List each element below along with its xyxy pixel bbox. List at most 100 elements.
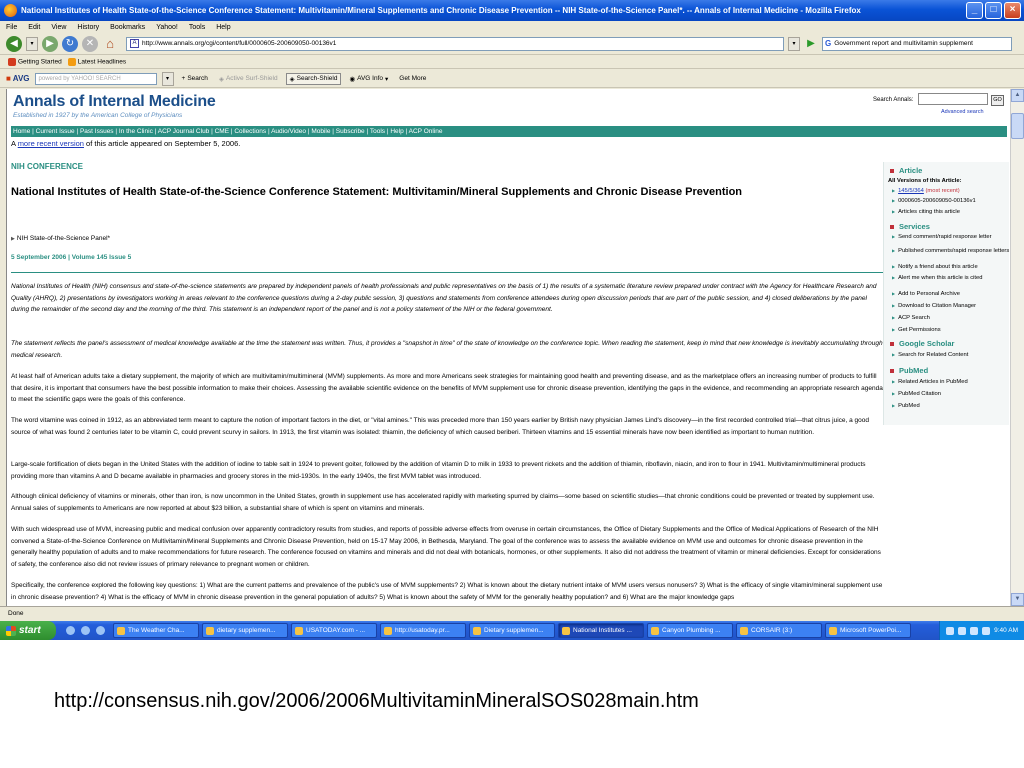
sidebar-service-acp-search[interactable]: ▶ ACP Search: [892, 314, 1010, 322]
sidebar-pubmed[interactable]: ▶ PubMed: [892, 402, 1010, 410]
search-value: Government report and multivitamin suppl…: [834, 40, 973, 47]
info-icon: ◉: [349, 75, 356, 83]
quick-launch-ie-icon[interactable]: [66, 626, 75, 635]
forward-button[interactable]: ▶: [42, 35, 58, 52]
window-icon: [117, 626, 125, 635]
home-button[interactable]: ⌂: [102, 36, 118, 52]
menu-yahoo[interactable]: Yahoo!: [156, 24, 178, 31]
scroll-down-arrow-icon[interactable]: ▼: [1011, 593, 1024, 606]
window-icon: [384, 626, 392, 635]
menu-file[interactable]: File: [6, 24, 17, 31]
sidebar-service-notify-friend[interactable]: ▶ Notify a friend about this article: [892, 263, 1010, 271]
taskbar-item-weather[interactable]: The Weather Cha...: [113, 623, 199, 638]
rss-icon: [67, 58, 76, 66]
scroll-up-arrow-icon[interactable]: ▲: [1011, 89, 1024, 102]
sidebar-service-permissions[interactable]: ▶ Get Permissions: [892, 326, 1010, 334]
taskbar: start The Weather Cha... dietary supplem…: [0, 621, 1024, 640]
go-arrow-icon[interactable]: ▶: [804, 37, 818, 51]
taskbar-item-nih-active[interactable]: National Institutes ...: [558, 623, 644, 638]
sidebar-service-send-comment[interactable]: ▶ Send comment/rapid response letter: [892, 233, 1010, 241]
journal-title[interactable]: Annals of Internal Medicine: [13, 93, 216, 111]
more-recent-version-link[interactable]: more recent version: [18, 139, 84, 148]
divider: [11, 272, 886, 273]
bookmark-getting-started[interactable]: Getting Started: [8, 58, 62, 66]
window-icon: [473, 626, 481, 635]
reload-button[interactable]: ↻: [62, 35, 78, 52]
get-more-button[interactable]: Get More: [396, 74, 429, 83]
url-history-dropdown[interactable]: ▾: [788, 36, 800, 51]
quick-launch-desktop-icon[interactable]: [96, 626, 105, 635]
stop-button[interactable]: ✕: [82, 35, 98, 52]
firefox-icon: [4, 4, 17, 17]
paragraph-questions: Specifically, the conference explored th…: [11, 582, 883, 601]
search-input[interactable]: G Government report and multivitamin sup…: [822, 36, 1012, 51]
window-icon: [295, 626, 303, 635]
site-navigation[interactable]: Home | Current Issue | Past Issues | In …: [11, 126, 1007, 137]
sidebar-pubmed-citation[interactable]: ▶ PubMed Citation: [892, 390, 1010, 398]
advanced-search-link[interactable]: Advanced search: [941, 109, 984, 115]
close-button[interactable]: ×: [1004, 2, 1021, 19]
sidebar-scholar-related[interactable]: ▶ Search for Related Content: [892, 351, 1010, 359]
taskbar-item-usatoday-pr[interactable]: http://usatoday.pr...: [380, 623, 466, 638]
tray-icon[interactable]: [958, 626, 967, 635]
article-title: National Institutes of Health State-of-t…: [11, 186, 743, 198]
menu-help[interactable]: Help: [216, 24, 230, 31]
back-button[interactable]: ◀: [6, 35, 22, 52]
menu-view[interactable]: View: [51, 24, 66, 31]
bookmark-latest-headlines[interactable]: Latest Headlines: [67, 58, 126, 66]
url-text: http://www.annals.org/cgi/content/full/0…: [142, 40, 337, 47]
sidebar-service-citation-manager[interactable]: ▶ Download to Citation Manager: [892, 302, 1010, 310]
sidebar-pubmed-related[interactable]: ▶ Related Articles in PubMed: [892, 378, 1010, 386]
sidebar-version-recent[interactable]: ▶ 145/5/364 (most recent): [892, 187, 1010, 195]
sidebar-citing-link[interactable]: ▶ Articles citing this article: [892, 208, 1010, 216]
paragraph-vitamine: The word vitamine was coined in 1912, as…: [11, 417, 870, 436]
taskbar-item-powerpoint[interactable]: Microsoft PowerPoi...: [825, 623, 911, 638]
tray-icon[interactable]: [982, 626, 991, 635]
active-surf-shield-button[interactable]: ◈ Active Surf-Shield: [216, 74, 281, 84]
url-bar[interactable]: A http://www.annals.org/cgi/content/full…: [126, 36, 784, 51]
taskbar-item-usatoday[interactable]: USATODAY.com - ...: [291, 623, 377, 638]
quick-launch-firefox-icon[interactable]: [81, 626, 90, 635]
taskbar-item-dietary-1[interactable]: dietary supplemen...: [202, 623, 288, 638]
start-button[interactable]: start: [0, 621, 56, 640]
search-button[interactable]: + Search: [179, 74, 211, 83]
expand-arrow-icon: ▶: [11, 236, 15, 242]
powerpoint-icon: [829, 626, 837, 635]
search-shield-button[interactable]: ◈ Search-Shield: [285, 72, 342, 85]
taskbar-item-corsair[interactable]: CORSAIR (3:): [736, 623, 822, 638]
taskbar-item-canyon-plumbing[interactable]: Canyon Plumbing ...: [647, 623, 733, 638]
page-viewport: Annals of Internal Medicine Established …: [6, 89, 1010, 606]
minimize-button[interactable]: _: [966, 2, 983, 19]
avg-info-button[interactable]: ◉ AVG Info ▾: [346, 74, 391, 84]
menu-bookmarks[interactable]: Bookmarks: [110, 24, 145, 31]
site-search-label: Search Annals:: [873, 97, 914, 103]
site-search-go-button[interactable]: GO: [991, 95, 1004, 106]
sidebar-service-published-comments[interactable]: ▶ Published comments/rapid response lette…: [892, 247, 1010, 255]
site-search-input[interactable]: [918, 93, 988, 105]
recent-version-note: A more recent version of this article ap…: [11, 139, 241, 148]
issue-info: 5 September 2006 | Volume 145 Issue 5: [11, 254, 132, 261]
search-icon: +: [181, 75, 186, 82]
vertical-scrollbar[interactable]: ▲ ▼: [1010, 89, 1024, 606]
shield-icon: ◈: [218, 75, 224, 83]
yahoo-dropdown[interactable]: ▾: [161, 71, 174, 86]
journal-subtitle: Established in 1927 by the American Coll…: [13, 112, 183, 119]
tray-icon[interactable]: [946, 626, 955, 635]
menu-tools[interactable]: Tools: [189, 24, 205, 31]
menu-history[interactable]: History: [77, 24, 99, 31]
paragraph-deficiency: Although clinical deficiency of vitamins…: [11, 493, 875, 512]
yahoo-search-input[interactable]: powered by YAHOO! SEARCH: [34, 72, 157, 85]
menu-edit[interactable]: Edit: [28, 24, 40, 31]
article-authors[interactable]: ▶ NIH State-of-the-Science Panel*: [11, 235, 110, 242]
sidebar-service-personal-archive[interactable]: ▶ Add to Personal Archive: [892, 290, 1010, 298]
sidebar-head-article: Article: [890, 166, 922, 175]
taskbar-item-dietary-2[interactable]: Dietary supplemen...: [469, 623, 555, 638]
back-history-dropdown[interactable]: ▾: [26, 36, 38, 51]
scroll-thumb[interactable]: [1011, 113, 1024, 139]
maximize-button[interactable]: □: [985, 2, 1002, 19]
page-icon: A: [130, 39, 139, 48]
sidebar-service-alert-cited[interactable]: ▶ Alert me when this article is cited: [892, 274, 1010, 282]
drive-icon: [740, 626, 748, 635]
tray-icon[interactable]: [970, 626, 979, 635]
window-title: National Institutes of Health State-of-t…: [21, 6, 861, 15]
